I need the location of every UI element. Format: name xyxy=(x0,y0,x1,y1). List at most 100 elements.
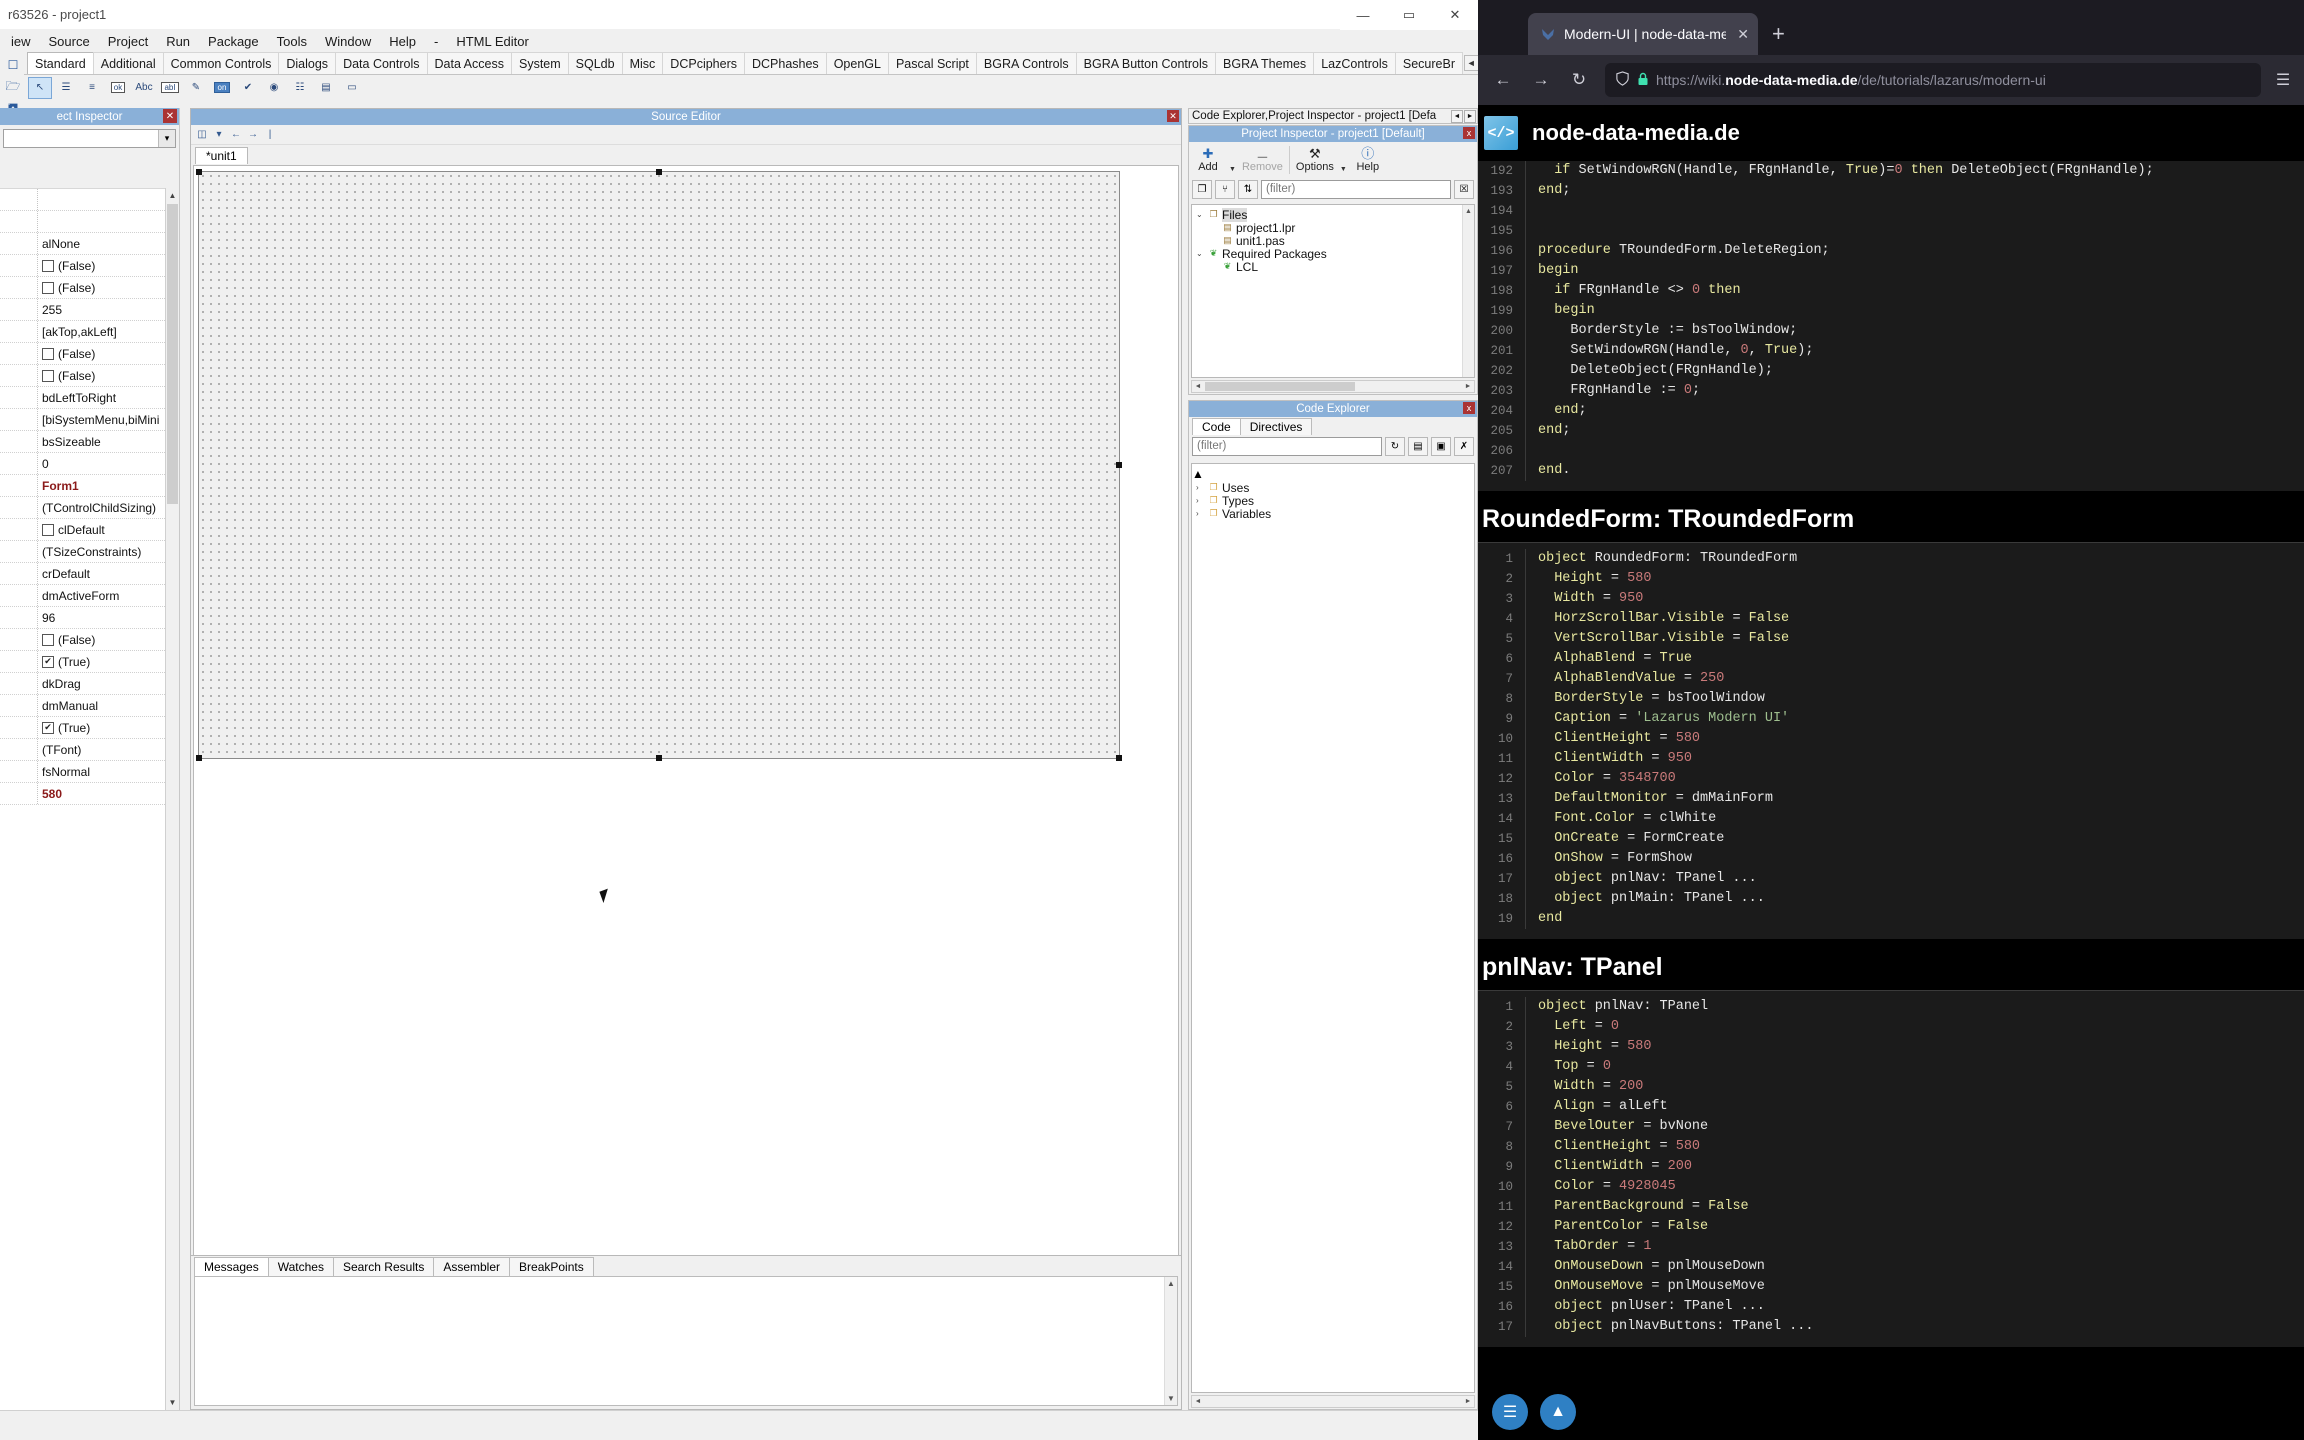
tcheckbox-icon[interactable]: ✔ xyxy=(236,77,260,99)
project-inspector-tree[interactable]: ▲ ⌄ ❐ Files ▤ project1.lpr ▤ unit1.pas ⌄ ❦ Requir… xyxy=(1191,204,1475,378)
object-inspector-property-grid[interactable]: alNone (False) (False) 255 [akTop,akLeft] (Fa… xyxy=(0,188,179,1410)
palette-tab-pascal-script[interactable]: Pascal Script xyxy=(887,52,977,74)
resize-handle-tc[interactable] xyxy=(656,169,662,175)
tab-messages[interactable]: Messages xyxy=(194,1257,269,1276)
expander-icon[interactable]: ⌄ xyxy=(1196,249,1205,258)
tab-code[interactable]: Code xyxy=(1192,418,1241,435)
scroll-left-icon[interactable]: ◄ xyxy=(1192,381,1204,392)
project-filter-input[interactable]: (filter) xyxy=(1261,179,1451,199)
hscrollbar-thumb[interactable] xyxy=(1205,382,1355,391)
scroll-down-icon[interactable]: ▼ xyxy=(166,1395,179,1410)
menu-item-run[interactable]: Run xyxy=(157,32,199,51)
checkbox-icon[interactable]: ✔ xyxy=(42,655,54,668)
project-tree-hscrollbar[interactable]: ◄ ► xyxy=(1191,380,1475,393)
back-icon[interactable]: ← xyxy=(1486,63,1520,97)
tab-directives[interactable]: Directives xyxy=(1239,418,1313,435)
tree-node[interactable]: › ❐ Types xyxy=(1192,494,1474,508)
dock-scroll-right-icon[interactable]: ► xyxy=(1464,110,1476,123)
tree-view-icon[interactable]: ⑂ xyxy=(1215,179,1235,199)
tree-node[interactable]: ▤ project1.lpr xyxy=(1192,221,1474,235)
collapse-all-icon[interactable]: ▣ xyxy=(1431,436,1451,456)
palette-tab-securebr[interactable]: SecureBr xyxy=(1394,52,1463,74)
close-filter-icon[interactable]: ✗ xyxy=(1454,436,1474,456)
editor-back-icon[interactable]: ← xyxy=(229,128,243,142)
palette-tab-dcphashes[interactable]: DCPhashes xyxy=(743,52,827,74)
checkbox-icon[interactable] xyxy=(42,347,54,360)
messages-scrollbar[interactable]: ▲ ▼ xyxy=(1164,1277,1177,1405)
palette-tab-opengl[interactable]: OpenGL xyxy=(825,52,889,74)
project-inspector-close-icon[interactable]: x xyxy=(1463,127,1475,139)
scroll-up-icon[interactable]: ▲ xyxy=(1165,1277,1177,1290)
menu-item-window[interactable]: Window xyxy=(316,32,380,51)
property-value-cell[interactable]: [akTop,akLeft] xyxy=(38,325,179,339)
code-explorer-close-icon[interactable]: x xyxy=(1463,402,1475,414)
property-row[interactable]: Form1 xyxy=(0,475,179,497)
scroll-right-icon[interactable]: ► xyxy=(1462,1396,1474,1407)
menu-item-project[interactable]: Project xyxy=(99,32,157,51)
expander-icon[interactable]: › xyxy=(1196,509,1205,518)
add-button[interactable]: ✚ Add xyxy=(1193,147,1223,174)
tree-node[interactable]: ⌄ ❦ Required Packages xyxy=(1192,247,1474,261)
scroll-down-icon[interactable]: ▼ xyxy=(1165,1392,1177,1405)
browser-tab-active[interactable]: Modern-UI | node-data-med ✕ xyxy=(1528,13,1758,55)
property-row[interactable]: (TControlChildSizing) xyxy=(0,497,179,519)
menu-fab-icon[interactable]: ☰ xyxy=(1492,1394,1528,1430)
palette-tab-lazcontrols[interactable]: LazControls xyxy=(1313,52,1396,74)
view-mode-icon[interactable]: ❐ xyxy=(1192,179,1212,199)
property-value-cell[interactable]: (TFont) xyxy=(38,743,179,757)
project-tree-scrollbar[interactable]: ▲ xyxy=(1462,205,1474,377)
property-row[interactable]: (TSizeConstraints) xyxy=(0,541,179,563)
palette-tab-misc[interactable]: Misc xyxy=(621,52,664,74)
property-row[interactable]: (False) xyxy=(0,255,179,277)
tmainmenu-icon[interactable]: ≡ xyxy=(80,77,104,99)
expander-icon[interactable]: ⌄ xyxy=(1196,210,1205,219)
tmemo-icon[interactable]: ✎ xyxy=(184,77,208,99)
lock-icon[interactable] xyxy=(1637,72,1649,89)
property-value-cell[interactable]: 0 xyxy=(38,457,179,471)
palette-scroll-left-button[interactable]: ◄ xyxy=(1463,55,1478,71)
clear-filter-icon[interactable]: ☒ xyxy=(1454,179,1474,199)
scroll-right-icon[interactable]: ► xyxy=(1462,381,1474,392)
chevron-down-icon[interactable]: ▾ xyxy=(158,130,175,147)
palette-tab-data-access[interactable]: Data Access xyxy=(426,52,512,74)
object-inspector-component-combo[interactable]: ▾ xyxy=(3,129,176,148)
resize-handle-br[interactable] xyxy=(1116,755,1122,761)
dock-scroll-left-icon[interactable]: ◄ xyxy=(1451,110,1463,123)
palette-tab-sqldb[interactable]: SQLdb xyxy=(567,52,623,74)
code-explorer-filter-input[interactable]: (filter) xyxy=(1192,436,1382,456)
checkbox-icon[interactable] xyxy=(42,281,54,294)
property-value-cell[interactable]: [biSystemMenu,biMini xyxy=(38,413,179,427)
reload-icon[interactable]: ↻ xyxy=(1562,63,1596,97)
checkbox-icon[interactable]: ✔ xyxy=(42,721,54,734)
menu-item-view[interactable]: iew xyxy=(2,32,40,51)
tlabel-icon[interactable]: Abc xyxy=(132,77,156,99)
tcombobox-icon[interactable]: ▤ xyxy=(314,77,338,99)
maximize-button[interactable]: ▭ xyxy=(1386,0,1432,30)
object-inspector-close-icon[interactable]: ✕ xyxy=(163,109,177,123)
property-row[interactable]: fsNormal xyxy=(0,761,179,783)
scroll-up-icon[interactable]: ▲ xyxy=(1192,467,1474,481)
remove-button[interactable]: ⚊ Remove xyxy=(1242,147,1283,174)
close-button[interactable]: ✕ xyxy=(1432,0,1478,30)
tab-breakpoints[interactable]: BreakPoints xyxy=(509,1257,594,1276)
ttogglebox-icon[interactable]: on xyxy=(210,77,234,99)
tree-node[interactable]: › ❐ Uses xyxy=(1192,481,1474,495)
expander-icon[interactable]: › xyxy=(1196,483,1205,492)
resize-handle-mr[interactable] xyxy=(1116,462,1122,468)
property-row[interactable]: crDefault xyxy=(0,563,179,585)
tree-node[interactable]: ❦ LCL xyxy=(1192,260,1474,274)
property-value-cell[interactable]: Form1 xyxy=(38,479,179,493)
source-editor-close-icon[interactable]: ✕ xyxy=(1167,110,1179,122)
source-tab-unit1[interactable]: *unit1 xyxy=(195,147,248,164)
property-row[interactable]: dmManual xyxy=(0,695,179,717)
property-value-cell[interactable]: dkDrag xyxy=(38,677,179,691)
property-row[interactable]: [biSystemMenu,biMini xyxy=(0,409,179,431)
tree-node[interactable]: › ❐ Variables xyxy=(1192,507,1474,521)
menu-item-source[interactable]: Source xyxy=(40,32,99,51)
tab-watches[interactable]: Watches xyxy=(267,1257,334,1276)
scroll-top-fab-icon[interactable]: ▲ xyxy=(1540,1394,1576,1430)
shield-icon[interactable] xyxy=(1615,71,1630,89)
tedit-icon[interactable]: abI xyxy=(158,77,182,99)
property-value-cell[interactable]: crDefault xyxy=(38,567,179,581)
code-explorer-scrollbar[interactable]: ▲ xyxy=(1192,467,1474,481)
